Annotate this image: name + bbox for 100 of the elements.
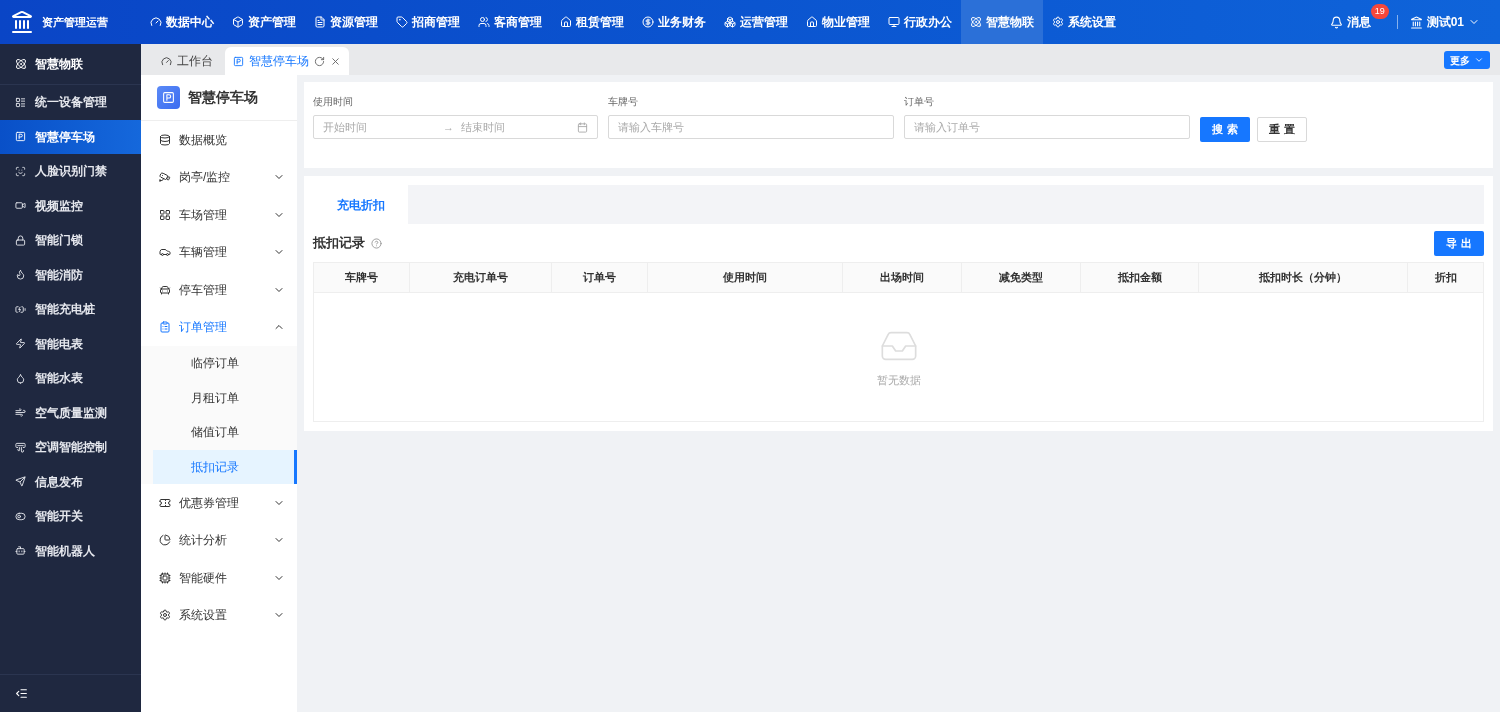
sidebar-item[interactable]: 空气质量监测 — [0, 395, 141, 430]
nav-tab[interactable]: 系统设置 — [1043, 0, 1125, 44]
submenu-item[interactable]: 数据概览 — [141, 121, 297, 159]
nav-tab[interactable]: 数据中心 — [141, 0, 223, 44]
robot-icon — [15, 545, 26, 557]
submenu-item[interactable]: 岗亭/监控 — [141, 158, 297, 196]
atom-icon — [15, 58, 27, 70]
settings-icon — [1052, 16, 1064, 28]
nav-tab[interactable]: 租赁管理 — [551, 0, 633, 44]
sidebar-item[interactable]: 智能消防 — [0, 257, 141, 292]
submenu-item[interactable]: 车辆管理 — [141, 233, 297, 271]
submenu-subitem[interactable]: 临停订单 — [153, 346, 297, 381]
refresh-icon[interactable] — [314, 55, 325, 67]
bolt-icon — [15, 338, 26, 350]
column-header: 使用时间 — [648, 263, 843, 292]
pie-chart-icon — [159, 534, 171, 547]
sidebar-item[interactable]: 智能门锁 — [0, 223, 141, 258]
export-button[interactable]: 导 出 — [1434, 230, 1484, 256]
house-icon — [560, 16, 572, 28]
sidebar-item[interactable]: 统一设备管理 — [0, 85, 141, 120]
column-header: 充电订单号 — [410, 263, 552, 292]
atom-icon — [970, 16, 982, 28]
sidebar-item[interactable]: 智能水表 — [0, 361, 141, 396]
sidebar-item[interactable]: 智能开关 — [0, 499, 141, 534]
car-icon — [159, 246, 171, 259]
user-menu[interactable]: 测试01 — [1397, 13, 1492, 31]
users-icon — [478, 16, 490, 28]
nav-tab[interactable]: 行政办公 — [879, 0, 961, 44]
parking-icon — [233, 55, 244, 67]
field-label: 订单号 — [904, 95, 935, 109]
close-icon[interactable] — [330, 55, 341, 67]
collapse-icon[interactable] — [15, 687, 28, 700]
messages-link[interactable]: 消息 — [1346, 13, 1371, 31]
submenu-item[interactable]: 订单管理 — [141, 308, 297, 346]
input-field[interactable]: 请输入车牌号 — [608, 115, 894, 139]
content-tab[interactable]: 充电折扣 — [313, 185, 408, 224]
nav-tab[interactable]: 招商管理 — [387, 0, 469, 44]
nav-tab[interactable]: 运营管理 — [715, 0, 797, 44]
gauge-icon — [150, 16, 162, 28]
caret-icon — [1474, 55, 1484, 65]
cube-icon — [232, 16, 244, 28]
grid-icon — [159, 208, 171, 221]
column-header: 订单号 — [552, 263, 648, 292]
nav-tab[interactable]: 资源管理 — [305, 0, 387, 44]
sidebar-item[interactable]: 视频监控 — [0, 188, 141, 223]
toggle-icon — [15, 510, 26, 522]
settings-icon — [159, 609, 171, 622]
clipboard-icon — [159, 321, 171, 334]
sidebar-item[interactable]: 智能充电桩 — [0, 292, 141, 327]
reset-button[interactable]: 重 置 — [1257, 117, 1307, 142]
monitor-icon — [888, 16, 900, 28]
app-title: 资产管理运营 — [42, 14, 108, 30]
tag-icon — [396, 16, 408, 28]
column-header: 抵扣时长（分钟） — [1199, 263, 1408, 292]
nav-tab[interactable]: 物业管理 — [797, 0, 879, 44]
submenu-subitem[interactable]: 储值订单 — [153, 415, 297, 450]
sidebar-title: 智慧物联 — [35, 56, 83, 73]
bell-icon — [1329, 15, 1343, 29]
submenu-item[interactable]: 智能硬件 — [141, 559, 297, 597]
more-button[interactable]: 更多 — [1444, 51, 1490, 69]
submenu-subitem[interactable]: 月租订单 — [153, 380, 297, 415]
parking-icon — [15, 131, 26, 143]
column-header: 车牌号 — [314, 263, 410, 292]
logo-icon — [10, 10, 34, 34]
car-icon — [159, 283, 171, 296]
nav-tab[interactable]: 客商管理 — [469, 0, 551, 44]
nav-tab[interactable]: 资产管理 — [223, 0, 305, 44]
input-field[interactable]: 请输入订单号 — [904, 115, 1190, 139]
nav-tab[interactable]: 业务财务 — [633, 0, 715, 44]
nav-tab[interactable]: 智慧物联 — [961, 0, 1043, 44]
column-header: 出场时间 — [843, 263, 962, 292]
sidebar-item[interactable]: 智能机器人 — [0, 533, 141, 568]
search-button[interactable]: 搜 索 — [1200, 117, 1250, 142]
submenu-item[interactable]: 优惠券管理 — [141, 484, 297, 522]
submenu-item[interactable]: 统计分析 — [141, 521, 297, 559]
video-icon — [15, 200, 26, 212]
page-tab[interactable]: 智慧停车场 — [225, 47, 349, 75]
field-label: 使用时间 — [313, 95, 354, 109]
field-label: 车牌号 — [608, 95, 639, 109]
lock-icon — [15, 234, 26, 246]
sidebar-item[interactable]: 智能电表 — [0, 326, 141, 361]
coin-icon — [642, 16, 654, 28]
column-header: 抵扣金额 — [1081, 263, 1199, 292]
sidebar-item[interactable]: 智慧停车场 — [0, 119, 141, 154]
page-tab[interactable]: 工作台 — [153, 47, 221, 75]
submenu-item[interactable]: 停车管理 — [141, 271, 297, 309]
sidebar-item[interactable]: 信息发布 — [0, 464, 141, 499]
notification-badge: 19 — [1370, 4, 1389, 19]
section-title: 抵扣记录 — [313, 234, 365, 253]
submenu-subitem[interactable]: 抵扣记录 — [153, 449, 297, 484]
arrow-icon: → — [443, 118, 454, 136]
building-icon — [1409, 15, 1423, 29]
submenu-item[interactable]: 系统设置 — [141, 596, 297, 634]
submenu-title: 智慧停车场 — [188, 88, 258, 107]
camera-icon — [159, 171, 171, 184]
face-scan-icon — [15, 165, 26, 177]
sidebar-item[interactable]: 人脸识别门禁 — [0, 154, 141, 189]
sidebar-item[interactable]: 空调智能控制 — [0, 430, 141, 465]
gauge-icon — [161, 55, 172, 67]
submenu-item[interactable]: 车场管理 — [141, 196, 297, 234]
